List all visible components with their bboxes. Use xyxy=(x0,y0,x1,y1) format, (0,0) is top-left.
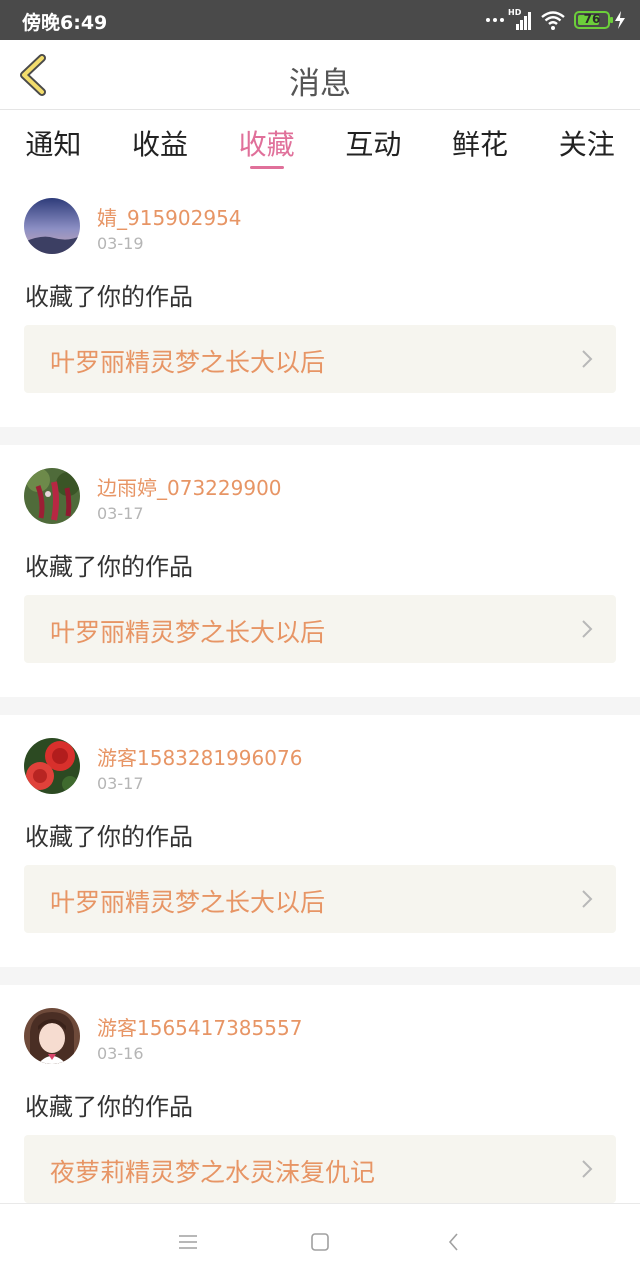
tab-interactions[interactable]: 互动 xyxy=(320,111,427,175)
message-date: 03-17 xyxy=(97,774,144,793)
wifi-icon xyxy=(541,11,565,30)
tab-label: 收藏 xyxy=(238,128,295,161)
separator xyxy=(0,697,640,715)
message-list: 婧_915902954 03-19 收藏了你的作品 叶罗丽精灵梦之长大以后 边雨… xyxy=(0,175,640,1255)
tab-bar: 通知 收益 收藏 互动 鲜花 关注 xyxy=(0,111,640,175)
work-title: 叶罗丽精灵梦之长大以后 xyxy=(50,888,326,917)
tab-favorites[interactable]: 收藏 xyxy=(213,111,320,175)
page-title: 消息 xyxy=(289,66,351,102)
work-title: 叶罗丽精灵梦之长大以后 xyxy=(50,348,326,377)
chevron-right-icon xyxy=(582,890,593,908)
status-icons: HD 76 xyxy=(486,8,626,31)
chevron-right-icon xyxy=(582,350,593,368)
action-text: 收藏了你的作品 xyxy=(25,823,193,851)
tab-label: 互动 xyxy=(345,128,402,161)
charging-icon xyxy=(615,11,625,29)
username[interactable]: 游客1583281996076 xyxy=(97,742,302,771)
work-link[interactable]: 叶罗丽精灵梦之长大以后 xyxy=(24,865,616,933)
username[interactable]: 婧_915902954 xyxy=(97,202,242,231)
avatar[interactable] xyxy=(24,738,80,794)
active-tab-indicator xyxy=(249,166,284,169)
action-text: 收藏了你的作品 xyxy=(25,553,193,581)
separator xyxy=(0,967,640,985)
tab-label: 关注 xyxy=(558,128,615,161)
status-bar: 傍晚6:49 HD 76 xyxy=(0,0,640,40)
battery-level: 76 xyxy=(583,12,601,26)
message-date: 03-16 xyxy=(97,1044,144,1063)
message-date: 03-19 xyxy=(97,234,144,253)
tab-label: 收益 xyxy=(132,128,189,161)
avatar[interactable] xyxy=(24,468,80,524)
list-item: 游客1583281996076 03-17 收藏了你的作品 叶罗丽精灵梦之长大以… xyxy=(0,715,640,967)
list-item: 边雨婷_073229900 03-17 收藏了你的作品 叶罗丽精灵梦之长大以后 xyxy=(0,445,640,697)
action-text: 收藏了你的作品 xyxy=(25,283,193,311)
signal-icon: HD xyxy=(508,8,534,30)
separator xyxy=(0,427,640,445)
tab-following[interactable]: 关注 xyxy=(533,111,640,175)
tab-flowers[interactable]: 鲜花 xyxy=(427,111,534,175)
network-label: HD xyxy=(508,8,522,17)
home-square-icon[interactable] xyxy=(308,1230,332,1254)
work-link[interactable]: 夜萝莉精灵梦之水灵沫复仇记 xyxy=(24,1135,616,1203)
chevron-right-icon xyxy=(582,1160,593,1178)
message-date: 03-17 xyxy=(97,504,144,523)
chevron-right-icon xyxy=(582,620,593,638)
menu-icon[interactable] xyxy=(176,1230,200,1254)
tab-earnings[interactable]: 收益 xyxy=(107,111,214,175)
header: 消息 xyxy=(0,40,640,110)
system-nav-bar xyxy=(0,1203,640,1280)
battery-icon: 76 xyxy=(574,11,613,29)
list-item: 婧_915902954 03-19 收藏了你的作品 叶罗丽精灵梦之长大以后 xyxy=(0,175,640,427)
tab-label: 通知 xyxy=(25,128,82,161)
work-link[interactable]: 叶罗丽精灵梦之长大以后 xyxy=(24,595,616,663)
work-link[interactable]: 叶罗丽精灵梦之长大以后 xyxy=(24,325,616,393)
work-title: 夜萝莉精灵梦之水灵沫复仇记 xyxy=(50,1158,376,1187)
tab-notifications[interactable]: 通知 xyxy=(0,111,107,175)
tab-label: 鲜花 xyxy=(452,128,509,161)
list-item: 游客1565417385557 03-16 收藏了你的作品 夜萝莉精灵梦之水灵沫… xyxy=(0,985,640,1237)
status-time: 傍晚6:49 xyxy=(22,12,108,34)
avatar[interactable] xyxy=(24,1008,80,1064)
avatar[interactable] xyxy=(24,198,80,254)
username[interactable]: 边雨婷_073229900 xyxy=(97,472,282,501)
action-text: 收藏了你的作品 xyxy=(25,1093,193,1121)
more-dots-icon xyxy=(486,18,504,22)
back-triangle-icon[interactable] xyxy=(442,1230,466,1254)
work-title: 叶罗丽精灵梦之长大以后 xyxy=(50,618,326,647)
username[interactable]: 游客1565417385557 xyxy=(97,1012,302,1041)
